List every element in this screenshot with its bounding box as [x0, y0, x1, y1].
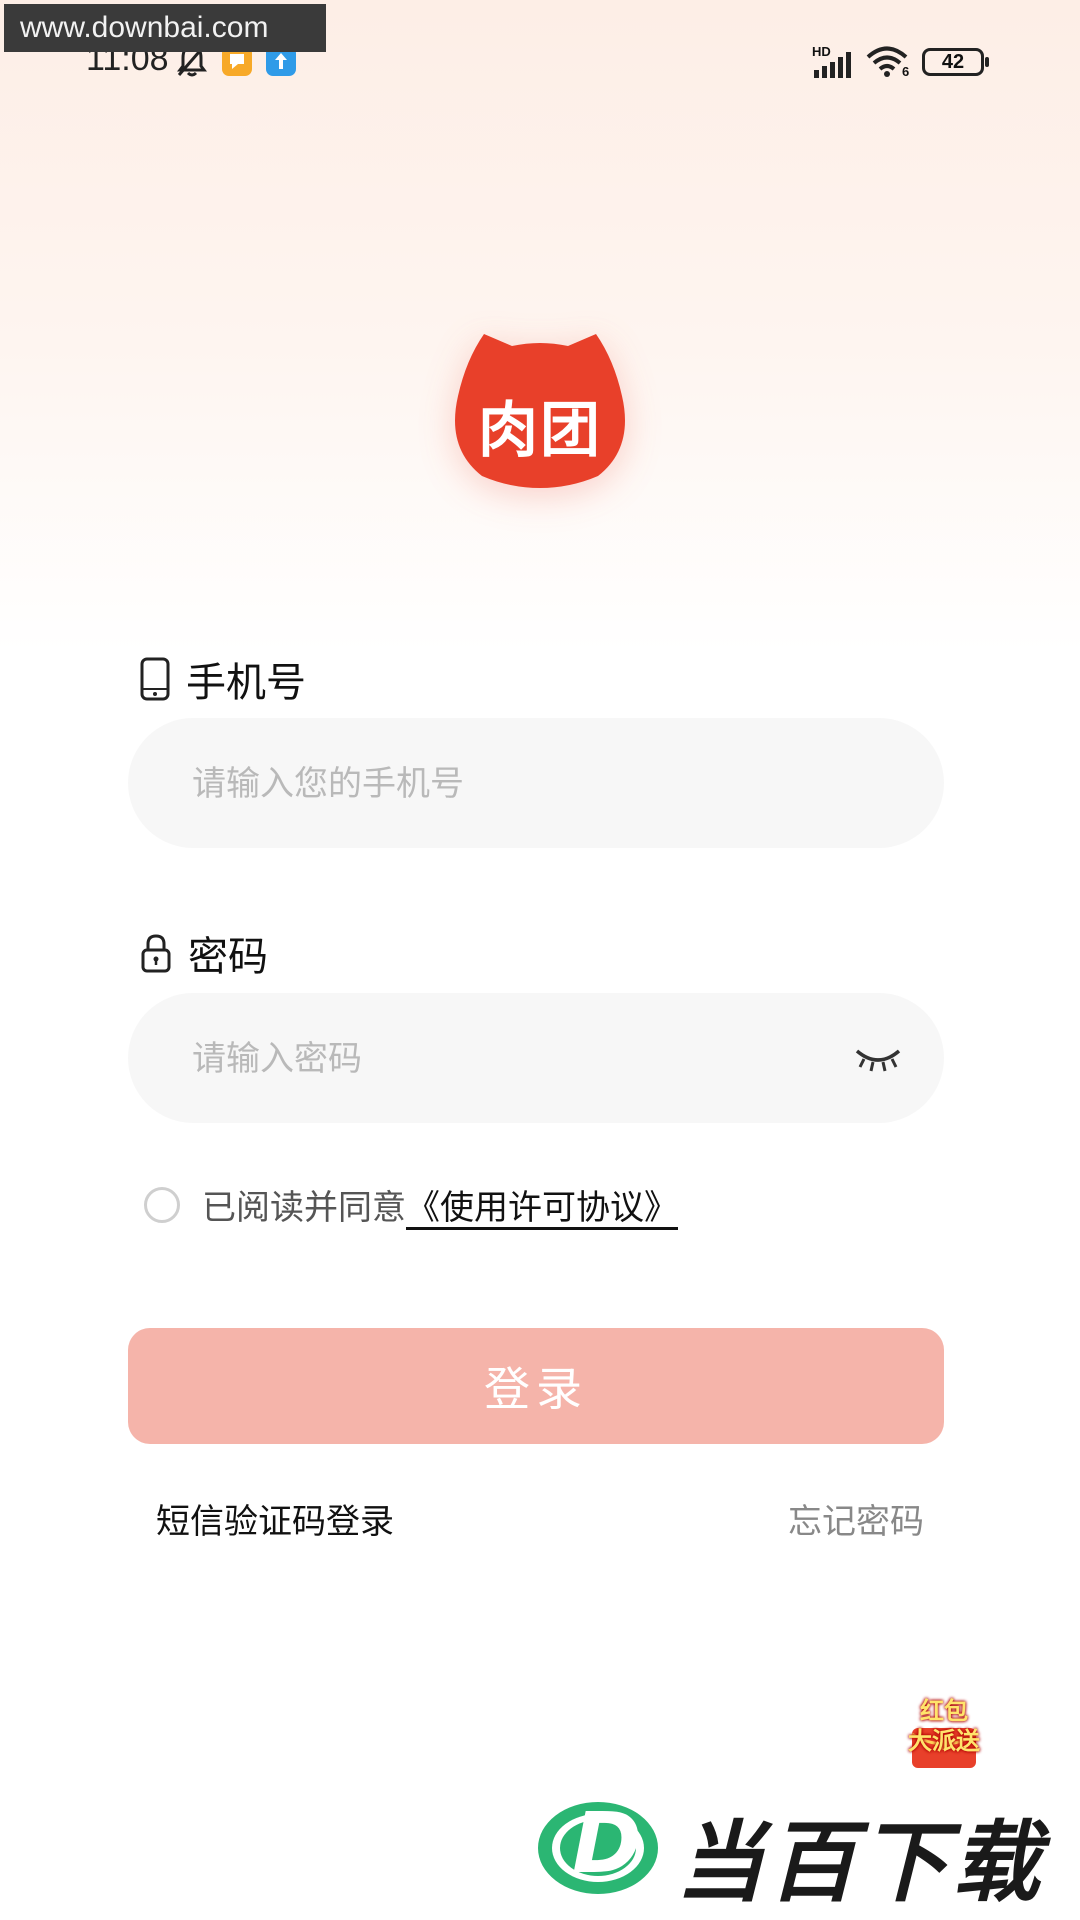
sms-login-link[interactable]: 短信验证码登录: [156, 1494, 394, 1543]
brand-text: 当百下载: [676, 1811, 1045, 1914]
lock-icon: [141, 934, 171, 973]
promo-text: 红包 大派送: [902, 1696, 986, 1756]
app-logo: 肉团: [448, 330, 632, 488]
site-watermark: www.downbai.com: [4, 4, 326, 52]
battery-icon: 42: [922, 48, 989, 76]
logo-text: 肉团: [478, 396, 602, 466]
password-label: 密码: [140, 924, 268, 982]
wifi-label: 6: [902, 64, 910, 79]
license-agreement-link[interactable]: 《使用许可协议》: [406, 1180, 678, 1229]
forgot-password-link[interactable]: 忘记密码: [788, 1494, 924, 1543]
phone-icon: [140, 657, 170, 701]
agreement-text: 已阅读并同意: [202, 1188, 406, 1228]
phone-field[interactable]: [128, 718, 944, 850]
signal-icon: [814, 52, 851, 78]
password-field[interactable]: [128, 993, 944, 1125]
phone-label-text: 手机号: [186, 660, 306, 706]
agreement-checkbox[interactable]: [144, 1186, 180, 1223]
promo-line2: 大派送: [908, 1727, 980, 1755]
brand-watermark: D 当百下载: [536, 1790, 1066, 1914]
phone-label: 手机号: [140, 650, 306, 708]
login-button[interactable]: 登录: [128, 1328, 944, 1444]
agreement-row: 已阅读并同意 《使用许可协议》: [144, 1180, 678, 1229]
password-input[interactable]: [190, 993, 834, 1125]
red-packet-promo[interactable]: 红包 大派送: [902, 1688, 986, 1772]
phone-input[interactable]: [190, 718, 834, 850]
password-label-text: 密码: [188, 934, 268, 980]
eye-closed-icon[interactable]: [854, 1043, 902, 1073]
promo-line1: 红包: [920, 1697, 968, 1725]
brand-logo-letter: D: [572, 1794, 642, 1892]
